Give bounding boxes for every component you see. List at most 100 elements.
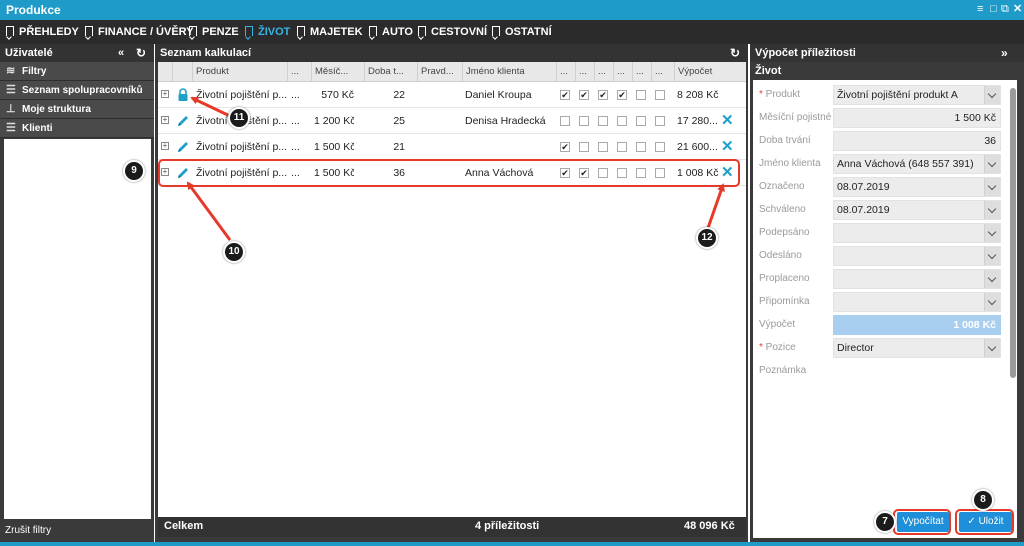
chevron-down-icon[interactable] (984, 224, 1000, 242)
field-label-text: Schváleno (759, 204, 806, 215)
header-expander (158, 62, 172, 82)
chevron-down-icon[interactable] (984, 201, 1000, 219)
header-doba[interactable]: Doba t... (364, 62, 417, 82)
footer-total: 48 096 Kč (684, 520, 735, 532)
maximize-icon[interactable]: □ (990, 3, 997, 15)
select-field[interactable] (833, 292, 1001, 312)
select-field[interactable]: Životní pojištění produkt A (833, 85, 1001, 105)
status-checkbox[interactable] (636, 142, 646, 152)
field-label: Schváleno (759, 199, 806, 221)
status-checkbox[interactable] (598, 142, 608, 152)
nav-tab-penze[interactable]: PENZE (189, 20, 239, 44)
chevron-down-icon[interactable] (984, 293, 1000, 311)
chevron-down-icon[interactable] (984, 86, 1000, 104)
header-pravdepodobnost[interactable]: Pravd... (417, 62, 462, 82)
restore-icon[interactable]: ⧉ (1001, 3, 1009, 15)
field-label: Poznámka (759, 360, 806, 382)
chevron-down-icon[interactable] (984, 247, 1000, 265)
nav-tab-zivot[interactable]: ŽIVOT (245, 20, 290, 44)
status-checkbox[interactable] (655, 90, 665, 100)
sidebar-item-struktura[interactable]: ⊥ Moje struktura (0, 100, 154, 119)
select-field[interactable]: Director (833, 338, 1001, 358)
cell-client (465, 134, 555, 160)
edit-pencil-icon[interactable] (176, 114, 190, 128)
form-row: Připomínka (753, 291, 1007, 313)
form-row: * Pozice Director (753, 337, 1007, 359)
header-jmeno-klienta[interactable]: Jméno klienta (462, 62, 556, 82)
input-field[interactable]: 1 008 Kč (833, 315, 1001, 335)
menu-icon[interactable]: ≡ (977, 3, 983, 15)
callout-badge-9: 9 (123, 160, 145, 182)
status-checkbox[interactable] (655, 142, 665, 152)
nav-tab-auto[interactable]: AUTO (369, 20, 413, 44)
close-icon[interactable]: ✕ (1013, 3, 1022, 15)
nav-tab-ostatni[interactable]: OSTATNÍ (492, 20, 552, 44)
header-vypocet[interactable]: Výpočet (674, 62, 746, 82)
header-check6[interactable]: ... (651, 62, 674, 82)
delete-icon[interactable]: ✕ (721, 108, 734, 134)
table-row[interactable]: + Životní pojištění p...... 1 500 Kč 21 21 6… (158, 134, 746, 160)
status-checkbox[interactable] (636, 116, 646, 126)
select-field[interactable] (833, 223, 1001, 243)
bookmark-icon (6, 26, 14, 36)
nav-tab-cestovni[interactable]: CESTOVNÍ (418, 20, 487, 44)
expand-row-icon[interactable]: + (161, 90, 169, 98)
status-checkbox[interactable] (655, 116, 665, 126)
field-label-text: Podepsáno (759, 227, 810, 238)
collapse-icon[interactable]: « (118, 44, 124, 62)
sidebar-item-filtry[interactable]: ≋ Filtry (0, 62, 154, 81)
sidebar-item-klienti[interactable]: ☰ Klienti (0, 119, 154, 138)
header-check3[interactable]: ... (594, 62, 613, 82)
status-checkbox[interactable] (579, 142, 589, 152)
header-check2[interactable]: ... (575, 62, 594, 82)
status-checkbox[interactable]: ✔ (579, 90, 589, 100)
status-checkbox[interactable] (598, 116, 608, 126)
status-checkbox[interactable] (560, 116, 570, 126)
field-label-text: Jméno klienta (759, 158, 821, 169)
select-field[interactable] (833, 269, 1001, 289)
select-field[interactable]: 08.07.2019 (833, 177, 1001, 197)
input-field[interactable]: 1 500 Kč (833, 108, 1001, 128)
refresh-icon[interactable]: ↻ (136, 44, 146, 62)
form-scrollbar[interactable] (1010, 88, 1016, 378)
users-list-area (4, 139, 151, 519)
status-checkbox[interactable]: ✔ (560, 90, 570, 100)
status-checkbox[interactable]: ✔ (617, 90, 627, 100)
edit-pencil-icon[interactable] (176, 140, 190, 154)
input-field[interactable]: 36 (833, 131, 1001, 151)
cell-duration: 22 (393, 89, 405, 101)
select-field[interactable] (833, 246, 1001, 266)
nav-tab-prehledy[interactable]: PŘEHLEDY (6, 20, 79, 44)
header-check1[interactable]: ... (556, 62, 575, 82)
expand-row-icon[interactable]: + (161, 116, 169, 124)
select-field[interactable]: 08.07.2019 (833, 200, 1001, 220)
expand-icon[interactable]: » (1001, 44, 1008, 62)
header-check4[interactable]: ... (613, 62, 632, 82)
status-checkbox[interactable] (636, 90, 646, 100)
status-checkbox[interactable]: ✔ (598, 90, 608, 100)
expand-row-icon[interactable]: + (161, 142, 169, 150)
delete-icon[interactable]: ✕ (721, 134, 734, 160)
grid-footer: Celkem 4 příležitosti 48 096 Kč (158, 517, 746, 537)
chevron-down-icon[interactable] (984, 270, 1000, 288)
table-row[interactable]: + Životní pojištění p...... 570 Kč 22 Daniel… (158, 82, 746, 108)
lock-icon[interactable] (176, 88, 190, 102)
status-checkbox[interactable] (579, 116, 589, 126)
header-mesicni[interactable]: Měsíč... (311, 62, 364, 82)
header-check5[interactable]: ... (632, 62, 651, 82)
chevron-down-icon[interactable] (984, 155, 1000, 173)
status-checkbox[interactable] (617, 116, 627, 126)
nav-tab-majetek[interactable]: MAJETEK (297, 20, 363, 44)
header-produkt[interactable]: Produkt (192, 62, 287, 82)
clear-filters-link[interactable]: Zrušit filtry (5, 525, 51, 536)
select-field[interactable]: Anna Váchová (648 557 391) (833, 154, 1001, 174)
header-col[interactable]: ... (287, 62, 311, 82)
refresh-icon[interactable]: ↻ (730, 44, 740, 62)
sidebar-item-spolupracovnici[interactable]: ☰ Seznam spolupracovníků (0, 81, 154, 100)
form-row: Odesláno (753, 245, 1007, 267)
chevron-down-icon[interactable] (984, 178, 1000, 196)
status-checkbox[interactable]: ✔ (560, 142, 570, 152)
chevron-down-icon[interactable] (984, 339, 1000, 357)
nav-tab-finance[interactable]: FINANCE / ÚVĚRY (85, 20, 194, 44)
status-checkbox[interactable] (617, 142, 627, 152)
